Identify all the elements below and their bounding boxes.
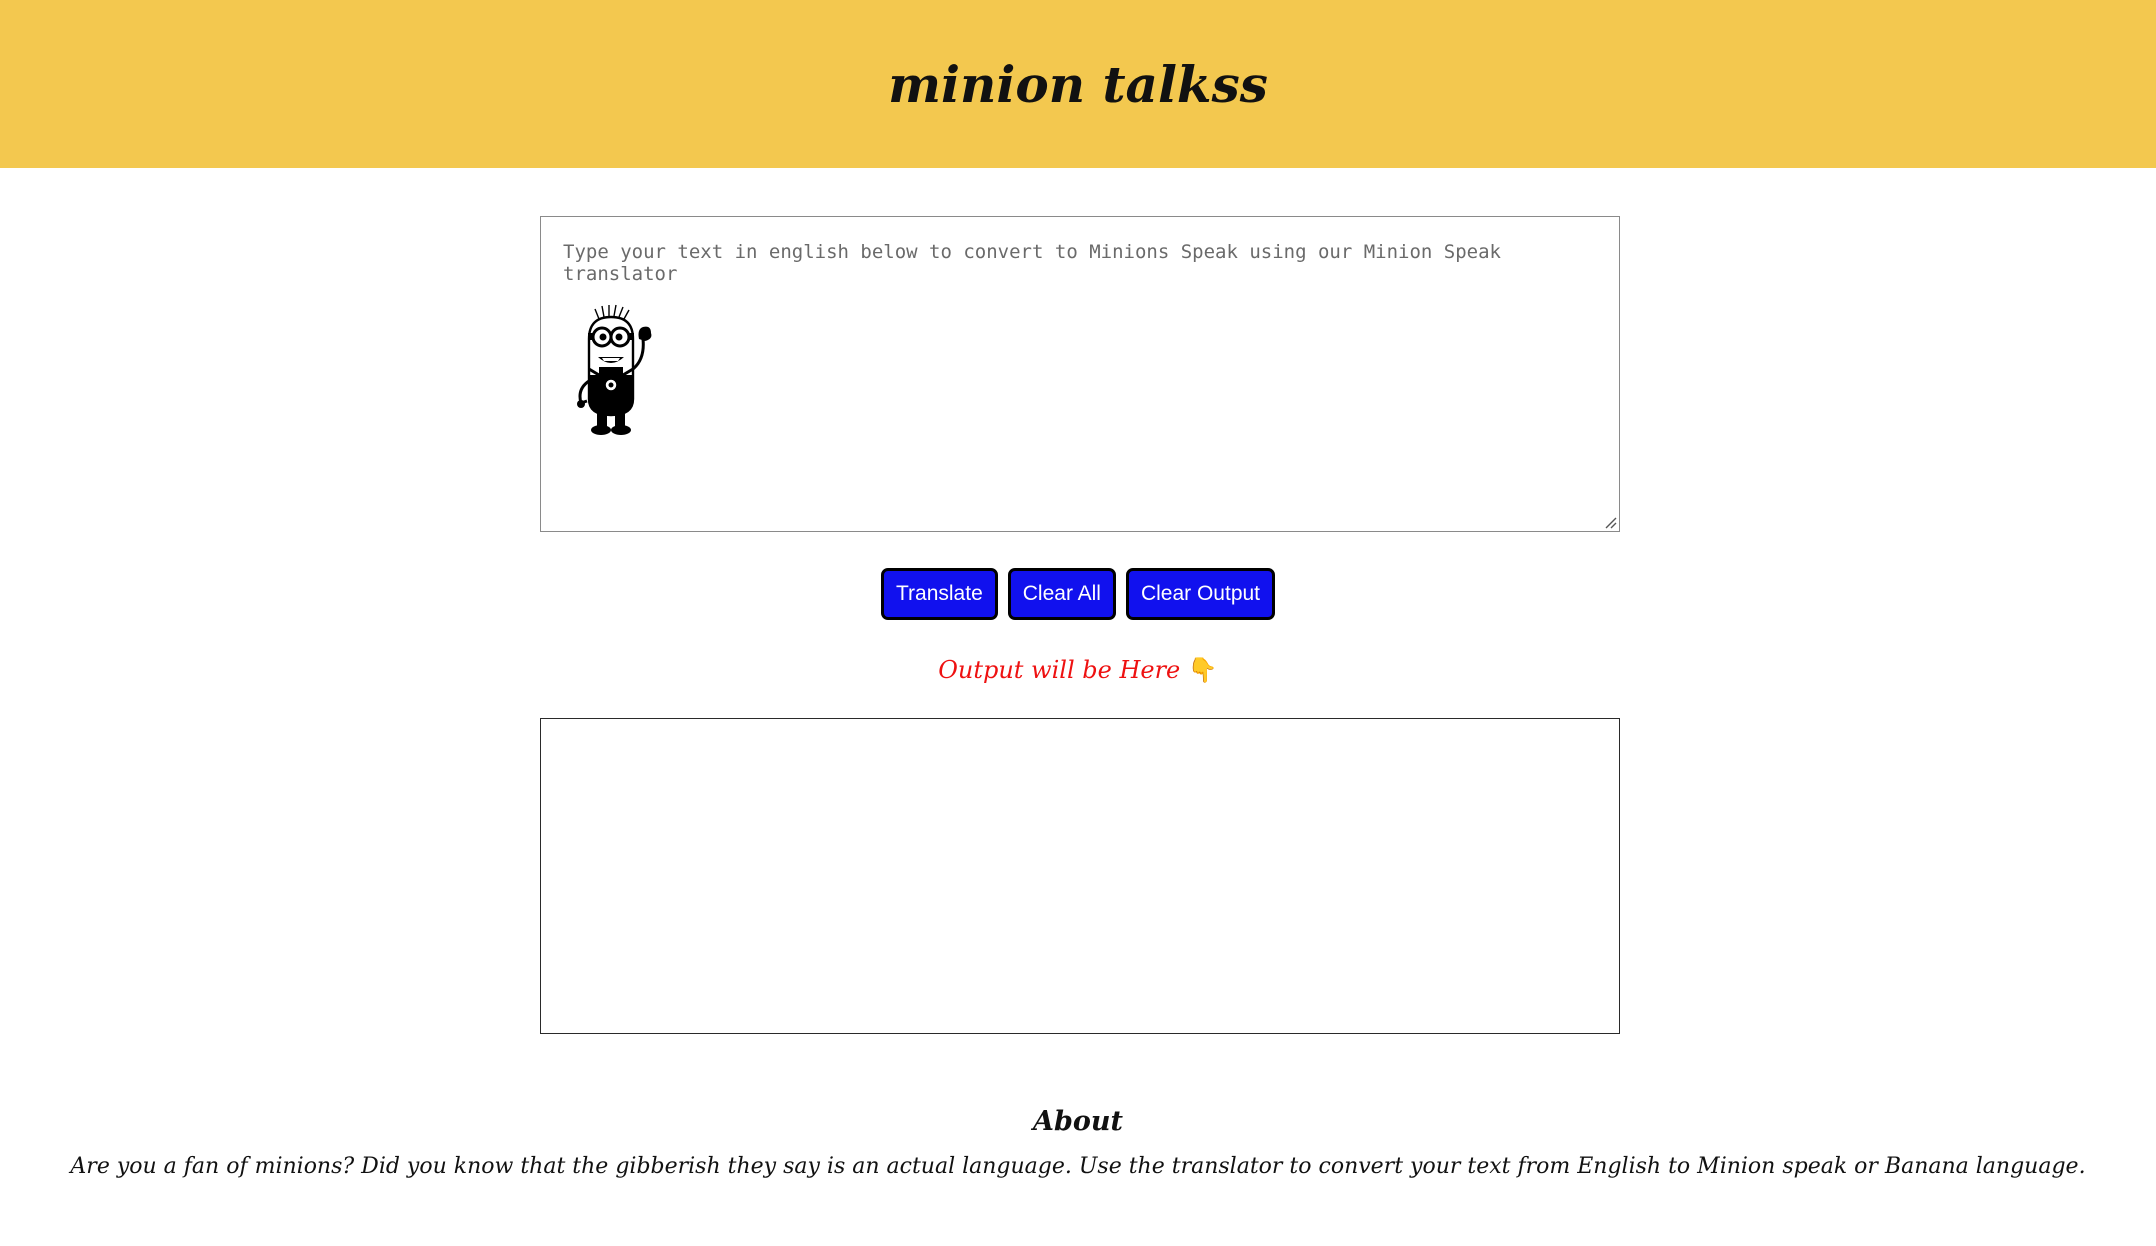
pointing-down-icon: 👇: [1187, 656, 1218, 684]
page-header: minion talkss: [0, 0, 2156, 168]
page-title: minion talkss: [888, 54, 1268, 114]
button-row: Translate Clear All Clear Output: [0, 568, 2156, 620]
clear-all-button[interactable]: Clear All: [1007, 568, 1116, 620]
output-label-text: Output will be Here: [938, 656, 1181, 684]
input-container: [540, 216, 1620, 532]
about-heading: About: [1033, 1106, 1123, 1137]
output-box: [540, 718, 1620, 1034]
resize-handle-icon[interactable]: [1603, 515, 1617, 529]
translate-button[interactable]: Translate: [880, 568, 998, 620]
input-textarea[interactable]: [541, 217, 1619, 531]
about-text: Are you a fan of minions? Did you know t…: [70, 1154, 2086, 1179]
output-label: Output will be Here 👇: [0, 656, 2156, 684]
clear-output-button[interactable]: Clear Output: [1125, 568, 1276, 620]
